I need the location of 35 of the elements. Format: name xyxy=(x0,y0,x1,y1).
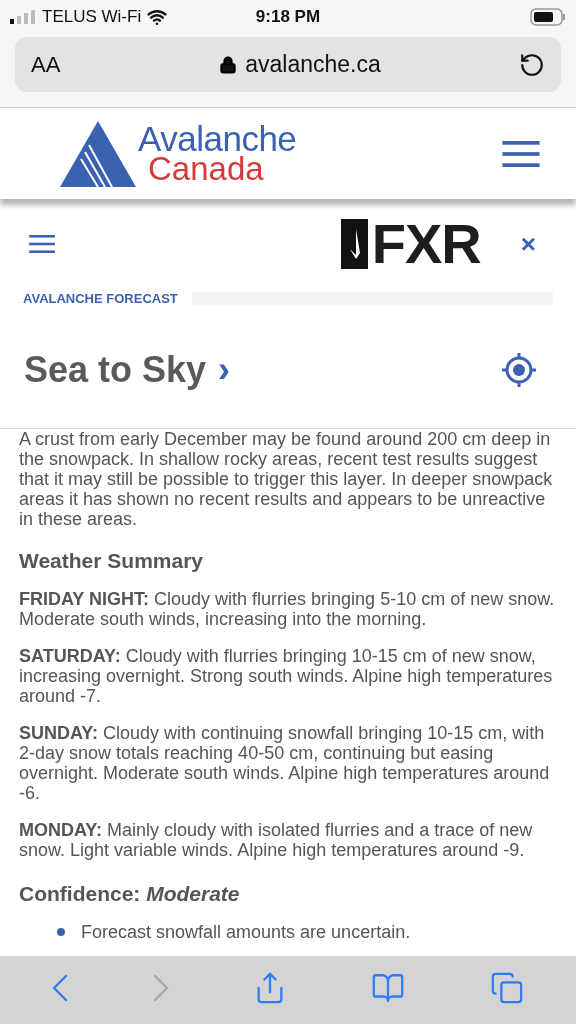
confidence-heading: Confidence: Moderate xyxy=(19,884,241,904)
carrier-name: TELUS Wi-Fi xyxy=(42,6,142,29)
locate-icon[interactable] xyxy=(502,352,536,387)
back-icon xyxy=(52,974,69,1002)
logo-wordmark: Avalanche xyxy=(138,123,298,154)
text-size-button[interactable]: AA xyxy=(31,48,91,81)
section-heading: Weather Summary xyxy=(19,551,205,571)
book-icon xyxy=(371,971,406,1005)
sponsor-emblem-icon xyxy=(340,219,368,269)
bullet-icon xyxy=(57,928,65,936)
menu-icon[interactable] xyxy=(502,140,540,167)
bullet-text: Forecast snowfall amounts are uncertain. xyxy=(81,922,411,942)
sponsor-logo[interactable]: FXR xyxy=(340,219,481,269)
wifi-icon xyxy=(147,7,168,27)
menu-icon[interactable] xyxy=(28,235,56,253)
section-label: AVALANCHE FORECAST xyxy=(23,290,178,309)
signal-icon xyxy=(10,10,36,24)
region-link[interactable]: › xyxy=(218,342,502,397)
clock-time: 9:18 PM xyxy=(254,6,322,29)
url-text: avalanche.ca xyxy=(245,50,381,80)
battery-icon xyxy=(530,8,566,26)
tabs-icon xyxy=(489,971,524,1005)
intro-paragraph: A crust from early December may be found around 200 cm deep in the snowpack. In shallow rocky areas, recent test results suggest that it may still be possible to trigger this layer. In deeper snowpack areas it has shown no recent results and appears to be unreactive in these areas. xyxy=(19,429,554,529)
forward-icon xyxy=(152,974,169,1002)
mountain-logo-icon xyxy=(60,120,136,187)
reload-icon[interactable] xyxy=(519,51,545,78)
region-title: Sea to Sky xyxy=(24,347,207,392)
lock-icon xyxy=(219,55,238,74)
forecast-paragraph: SATURDAY: Cloudy with flurries bringing 10-15 cm of new snow, increasing overnight. Strong south winds. Alpine high temperatures around -7. xyxy=(19,646,554,706)
forecast-paragraph: FRIDAY NIGHT: Cloudy with flurries bringing 5-10 cm of new snow. Moderate south winds, increasing into the morning. xyxy=(19,589,556,629)
address-bar[interactable]: AA avalanche.ca xyxy=(15,37,561,92)
close-button[interactable]: × xyxy=(520,231,536,257)
forecast-paragraph: SUNDAY: Cloudy with continuing snowfall bringing 10-15 cm, with 2-day snow totals reaching 40-50 cm, continuing but easing overnight. Moderate south winds. Alpine high temperatures around -6. xyxy=(19,723,551,803)
forecast-paragraph: MONDAY: Mainly cloudy with isolated flurries and a trace of new snow. Light variable winds. Alpine high temperatures around -9. xyxy=(19,820,534,860)
logo-wordmark: Canada xyxy=(148,153,264,184)
